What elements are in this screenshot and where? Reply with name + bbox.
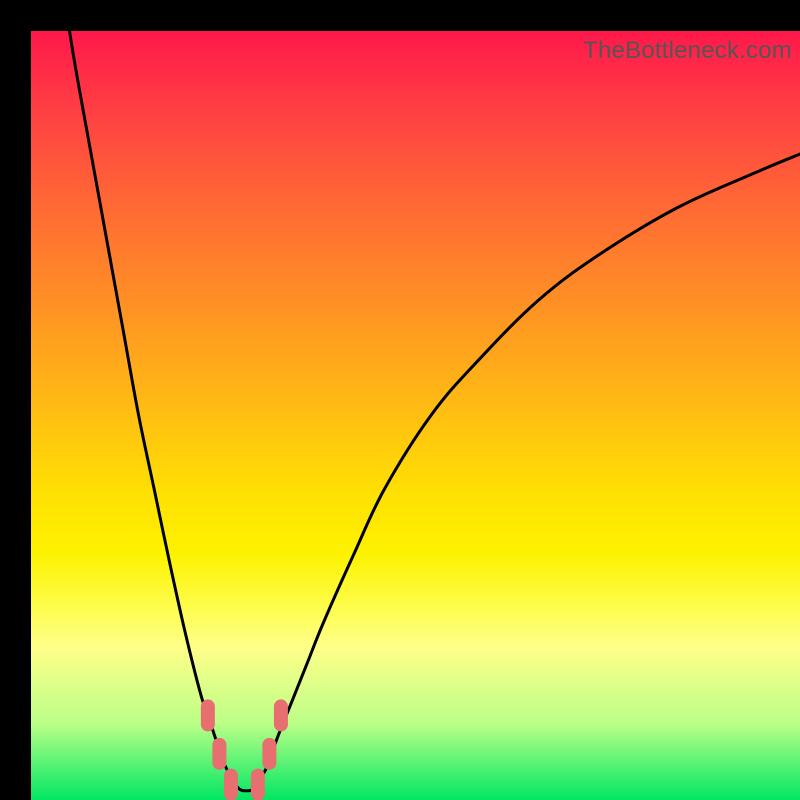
curve-left-branch xyxy=(69,31,230,777)
trough-marker-4 xyxy=(262,738,276,770)
trough-marker-0 xyxy=(201,699,215,731)
curve-right-branch xyxy=(262,154,800,777)
trough-marker-2 xyxy=(224,769,238,800)
curve-overlay xyxy=(31,31,800,800)
trough-marker-1 xyxy=(212,738,226,770)
trough-marker-5 xyxy=(274,699,288,731)
chart-stage: TheBottleneck.com xyxy=(0,0,800,800)
trough-marker-3 xyxy=(251,769,265,800)
plot-area: TheBottleneck.com xyxy=(31,31,800,800)
